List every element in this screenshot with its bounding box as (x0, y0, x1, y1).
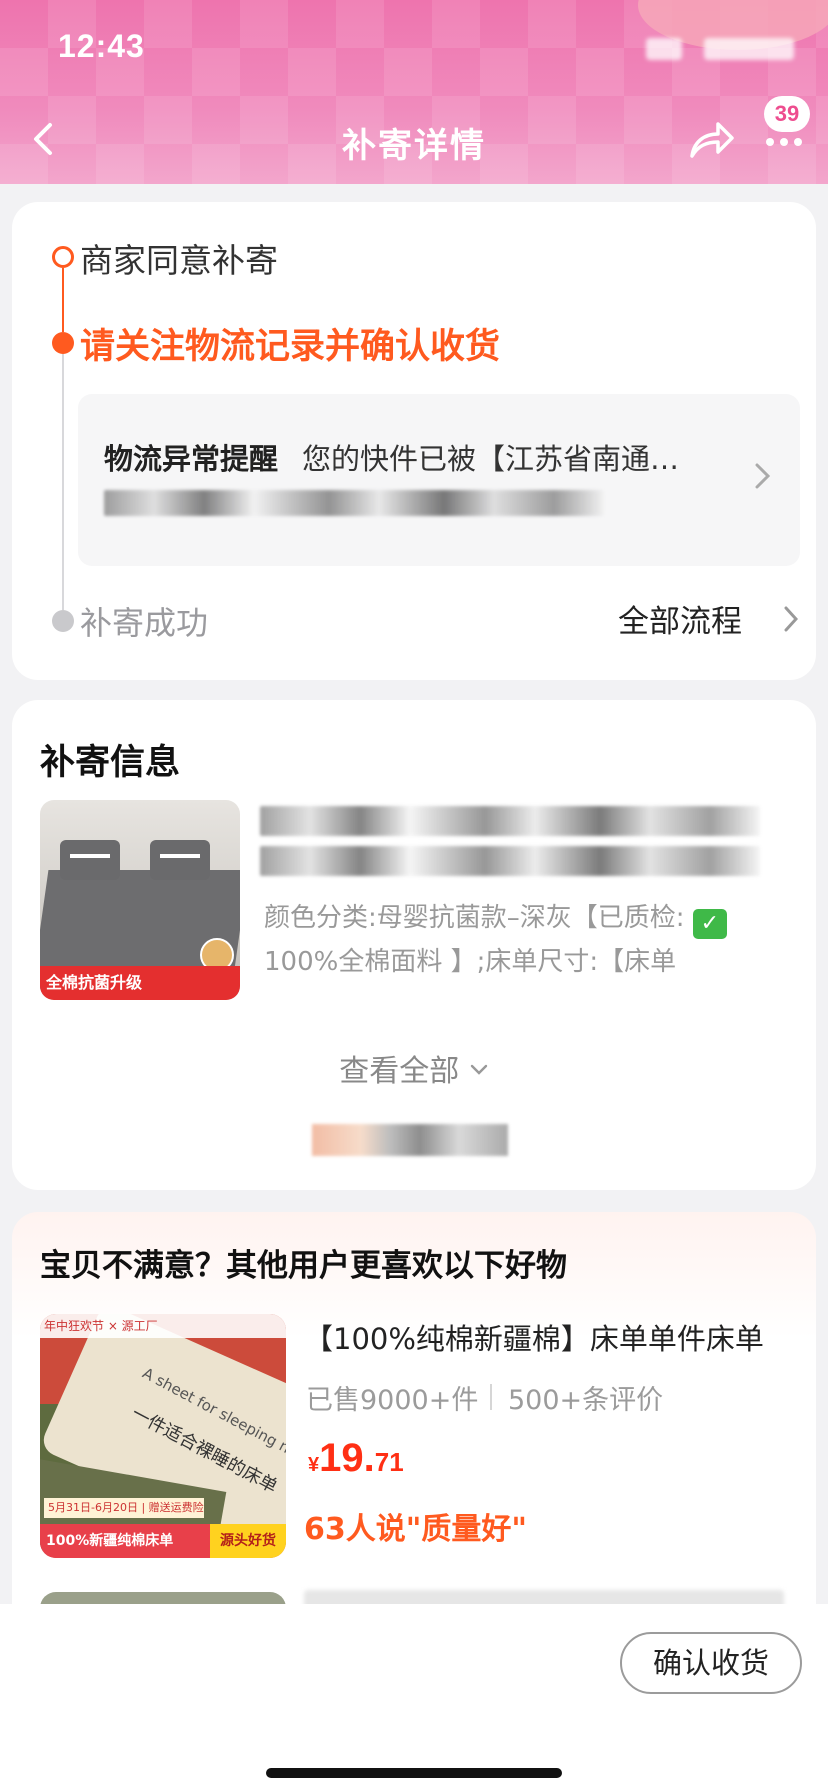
step-dot-pending (52, 610, 74, 632)
reco-praise: 63人说"质量好" (304, 1512, 528, 1547)
reco-product-name[interactable]: 【100%纯棉新疆棉】床单单件床单 (304, 1316, 764, 1358)
status-battery-icon (704, 38, 794, 60)
all-flow-link[interactable]: 全部流程 (618, 596, 742, 641)
image-banner-text: 100%新疆纯棉床单 (40, 1524, 220, 1558)
bottom-bar: 确认收货 (0, 1604, 828, 1792)
redacted-text (104, 490, 604, 516)
header: 12:43 补寄详情 39 (0, 0, 828, 184)
resend-info-card: 补寄信息 全棉抗菌升级 颜色分类:母婴抗菌款–深灰【已质检: ✓100%全棉面料… (12, 700, 816, 1190)
check-icon: ✓ (692, 909, 727, 939)
more-icon[interactable] (764, 130, 804, 154)
product-spec: 颜色分类:母婴抗菌款–深灰【已质检: ✓100%全棉面料 】;床单尺寸:【床单 (264, 896, 774, 984)
reco-sold-count: 已售9000+件 (306, 1385, 479, 1416)
stripe-shape (160, 854, 200, 858)
chevron-right-icon (784, 606, 798, 632)
home-indicator (266, 1768, 562, 1778)
step-dot-done (52, 246, 74, 268)
image-tag-text: 源头好货 (210, 1524, 286, 1558)
confirm-receipt-button[interactable]: 确认收货 (620, 1632, 802, 1694)
stripe-shape (70, 854, 110, 858)
step-label-resend-success: 补寄成功 (80, 604, 209, 642)
status-signal-icon (646, 38, 682, 60)
chevron-down-icon (470, 1064, 487, 1075)
product-image[interactable]: 全棉抗菌升级 (40, 800, 240, 1000)
logistics-alert[interactable]: 物流异常提醒 您的快件已被【江苏省南通… (78, 394, 800, 566)
redacted-text (312, 1124, 508, 1156)
step-dot-active (52, 332, 74, 354)
progress-card: 商家同意补寄 请关注物流记录并确认收货 物流异常提醒 您的快件已被【江苏省南通…… (12, 202, 816, 680)
price-currency: ¥ (308, 1454, 320, 1476)
alert-message: 您的快件已被【江苏省南通… (302, 442, 680, 476)
reco-price: ¥19.71 (308, 1436, 404, 1481)
divider (490, 1384, 492, 1410)
share-icon[interactable] (688, 118, 736, 162)
image-top-text: 年中狂欢节 × 源工厂 (40, 1314, 286, 1338)
price-decimal: 71 (374, 1447, 404, 1477)
view-all-button[interactable]: 查看全部 (12, 1046, 816, 1090)
recommendations-card: 宝贝不满意？其他用户更喜欢以下好物 A sheet for sleeping n… (12, 1212, 816, 1632)
step-label-confirm-receipt: 请关注物流记录并确认收货 (80, 327, 501, 367)
alert-title: 物流异常提醒 (104, 442, 279, 476)
chevron-right-icon (755, 463, 771, 489)
step-connector (62, 268, 64, 332)
section-title: 宝贝不满意？其他用户更喜欢以下好物 (40, 1248, 567, 1284)
product-image-banner: 全棉抗菌升级 (40, 966, 240, 1000)
view-all-label: 查看全部 (339, 1054, 460, 1089)
price-integer: 19. (319, 1436, 375, 1480)
reco-review-count: 500+条评价 (508, 1385, 664, 1416)
step-connector (62, 354, 64, 610)
redacted-product-title (260, 806, 760, 836)
redacted-product-title (260, 846, 760, 876)
pillow-shape (150, 840, 210, 880)
section-title: 补寄信息 (40, 743, 181, 783)
status-time: 12:43 (58, 28, 145, 64)
message-badge: 39 (764, 96, 810, 132)
image-date-text: 5月31日-6月20日 | 赠送运费险 (44, 1498, 204, 1518)
reco-product-image[interactable]: A sheet for sleeping naked 一件适合裸睡的床单 年中狂… (40, 1314, 286, 1558)
pillow-shape (60, 840, 120, 880)
step-label-merchant-agreed: 商家同意补寄 (80, 241, 278, 280)
